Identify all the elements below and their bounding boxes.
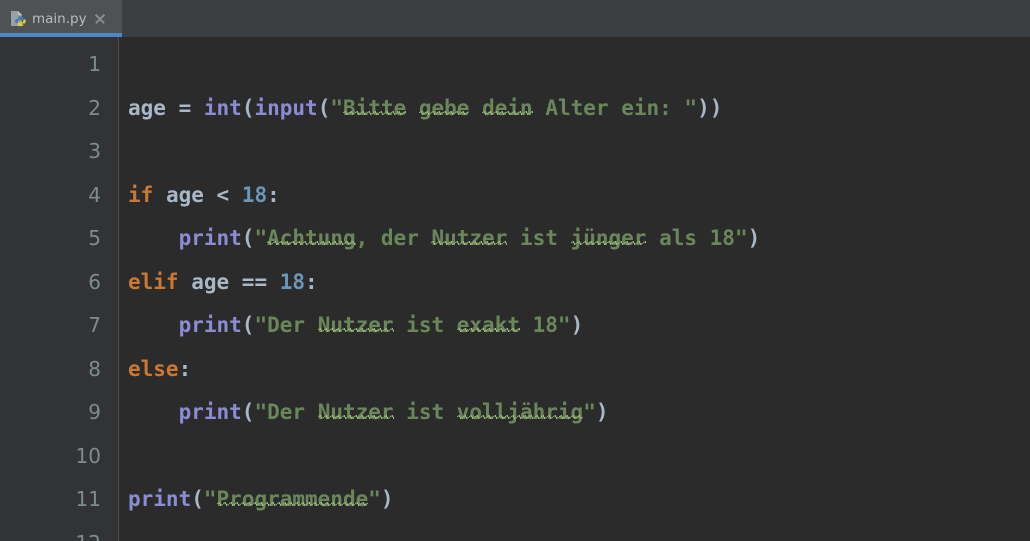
token-typo-exakt: exakt xyxy=(456,313,520,337)
token-string: Alter ein: xyxy=(532,95,685,120)
token-paren: ) xyxy=(747,226,761,250)
tab-main-py[interactable]: main.py xyxy=(0,0,122,37)
token-typo-bitte: Bitte xyxy=(343,95,407,120)
token-quote: " xyxy=(330,95,343,120)
token-string xyxy=(469,96,482,120)
token-typo-nutzer: Nutzer xyxy=(317,313,394,337)
token-identifier: age xyxy=(153,182,217,207)
code-line-8: else: xyxy=(128,348,1028,392)
token-string: 18 xyxy=(519,313,558,337)
code-line-2: age = int(input("Bitte gebe dein Alter e… xyxy=(128,87,1028,131)
line-number: 8 xyxy=(88,356,101,381)
code-line-5: print("Achtung, der Nutzer ist jünger al… xyxy=(128,217,1028,261)
token-operator: = xyxy=(165,95,204,120)
token-string xyxy=(406,96,419,120)
token-string: Der xyxy=(267,313,318,337)
line-number: 3 xyxy=(88,139,101,163)
token-paren: ( xyxy=(191,487,204,511)
line-number: 11 xyxy=(75,487,101,511)
token-keyword-else: else xyxy=(128,356,179,381)
token-colon: : xyxy=(267,182,280,207)
python-file-icon xyxy=(9,10,26,27)
close-icon[interactable] xyxy=(94,13,106,25)
token-quote: " xyxy=(254,226,268,250)
token-string: ist xyxy=(393,400,457,424)
code-content[interactable]: age = int(input("Bitte gebe dein Alter e… xyxy=(128,43,1028,541)
token-function-print: print xyxy=(128,487,192,511)
token-typo-nutzer: Nutzer xyxy=(317,400,394,424)
token-paren: ) xyxy=(595,400,609,424)
token-keyword-if: if xyxy=(128,182,154,207)
token-typo-achtung: Achtung xyxy=(267,226,356,250)
token-number: 18 xyxy=(279,269,306,294)
token-paren: ( xyxy=(241,313,255,337)
token-quote: " xyxy=(203,487,217,511)
token-string: ist xyxy=(507,226,571,250)
token-function-print: print xyxy=(178,226,242,250)
code-line-6: elif age == 18: xyxy=(128,261,1028,305)
token-quote: " xyxy=(684,95,698,120)
editor-gutter[interactable]: 1 2 3 4 5 6 7 8 9 10 11 12 xyxy=(0,37,119,541)
token-identifier: age xyxy=(178,269,242,294)
line-number: 6 xyxy=(88,269,101,294)
token-paren: ( xyxy=(241,400,255,424)
token-number: 18 xyxy=(241,182,268,207)
line-number: 4 xyxy=(88,182,101,207)
token-paren: ) xyxy=(570,313,584,337)
token-colon: : xyxy=(178,356,192,381)
line-number: 9 xyxy=(88,400,101,424)
line-number: 12 xyxy=(0,522,101,541)
tab-label: main.py xyxy=(32,10,87,27)
line-number: 5 xyxy=(88,226,101,250)
token-quote: " xyxy=(734,226,748,250)
token-string: Der xyxy=(267,400,318,424)
token-paren: ( xyxy=(241,95,255,120)
token-string: , der xyxy=(355,226,432,250)
token-quote: " xyxy=(557,313,571,337)
line-number: 7 xyxy=(88,313,101,337)
token-string: ist xyxy=(393,313,457,337)
token-paren: ( xyxy=(317,95,331,120)
token-operator: < xyxy=(216,182,242,207)
token-function-int: int xyxy=(203,95,242,120)
token-colon: : xyxy=(305,269,318,294)
editor-tab-bar: main.py xyxy=(0,0,1030,37)
token-typo-volljaehrig: volljährig xyxy=(456,400,584,424)
token-paren: ( xyxy=(241,226,255,250)
token-quote: " xyxy=(583,400,596,424)
code-line-4: if age < 18: xyxy=(128,174,1028,218)
line-number: 1 xyxy=(88,52,101,76)
token-quote: " xyxy=(368,487,381,511)
token-typo-gebe: gebe xyxy=(418,95,470,120)
token-keyword-elif: elif xyxy=(128,269,179,294)
token-typo-juenger: jünger xyxy=(570,226,647,250)
token-function-input: input xyxy=(254,95,318,120)
token-function-print: print xyxy=(178,400,242,424)
token-operator: == xyxy=(241,269,280,294)
token-typo-nutzer: Nutzer xyxy=(431,226,508,250)
token-typo-dein: dein xyxy=(482,95,533,120)
token-typo-programmende: Programmende xyxy=(216,487,369,511)
code-line-7: print("Der Nutzer ist exakt 18") xyxy=(128,304,1028,348)
line-number: 10 xyxy=(75,443,101,468)
code-line-9: print("Der Nutzer ist volljährig") xyxy=(128,391,1028,435)
token-paren: )) xyxy=(697,95,723,120)
token-paren: ) xyxy=(380,487,394,511)
token-identifier: age xyxy=(128,95,166,120)
code-editor[interactable]: 1 2 3 4 5 6 7 8 9 10 11 12 age = int(inp… xyxy=(0,37,1030,541)
line-number-column: 1 2 3 4 5 6 7 8 9 10 11 12 xyxy=(0,43,101,541)
code-line-11: print("Programmende") xyxy=(128,478,1028,522)
token-function-print: print xyxy=(178,313,242,337)
token-quote: " xyxy=(254,313,268,337)
line-number: 2 xyxy=(88,95,101,120)
token-string: als 18 xyxy=(646,226,735,250)
token-quote: " xyxy=(254,400,268,424)
